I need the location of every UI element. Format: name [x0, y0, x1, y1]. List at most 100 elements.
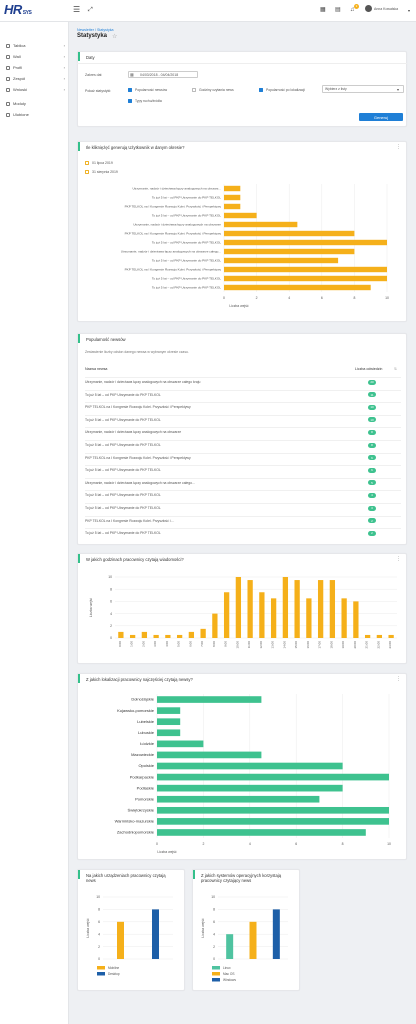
tick-label: 10	[385, 296, 389, 300]
card-accent	[78, 674, 80, 683]
bar	[176, 634, 183, 638]
row-divider	[85, 452, 401, 454]
row-divider	[85, 515, 401, 517]
view-count-badge: 3	[368, 505, 376, 511]
row-divider	[85, 490, 401, 492]
legend-swatch	[212, 972, 220, 976]
col-header-count[interactable]: Liczba odwiedzin	[355, 367, 382, 371]
news-title[interactable]: To już 5 lat – od PKP Utrzymanie do PKP …	[85, 506, 161, 510]
more-options-icon[interactable]: ⋮	[396, 144, 401, 150]
bar	[235, 577, 242, 638]
news-title[interactable]: To już 5 lat – od PKP Utrzymanie do PKP …	[85, 493, 161, 497]
sidebar-item[interactable]: Wnioski ›	[0, 84, 69, 95]
category-label: Utrzymanie, nadzór i dzierżawa łączy ana…	[133, 223, 221, 227]
category-label: 20:00	[353, 641, 357, 649]
category-label: 14:00	[282, 641, 286, 649]
sidebar-item[interactable]: Ulubione	[0, 109, 69, 120]
fullscreen-icon[interactable]: ⤢	[88, 6, 93, 14]
checkbox-traffic[interactable]	[128, 99, 132, 103]
row-divider	[85, 414, 401, 416]
tick-label: 2	[98, 945, 100, 949]
avatar[interactable]	[365, 5, 372, 12]
calendar-icon: ▦	[130, 72, 134, 77]
legend-date-start: 01 lipca 2019	[92, 161, 113, 165]
news-title[interactable]: Utrzymanie, nadzór i dzierżawa łączy ana…	[85, 481, 195, 485]
news-title[interactable]: To już 5 lat – od PKP Utrzymanie do PKP …	[85, 468, 161, 472]
bar	[200, 628, 206, 638]
news-title[interactable]: Utrzymanie, nadzór i dzierżawa łączy ana…	[85, 430, 181, 434]
category-label: 5:00	[177, 641, 181, 647]
tick-label: 4	[288, 296, 290, 300]
document-icon[interactable]: ▤	[335, 6, 341, 14]
bar	[153, 634, 159, 638]
more-options-icon[interactable]: ⋮	[396, 556, 401, 562]
category-label: 15:00	[294, 641, 298, 649]
hours-bar-chart: 0 2 4 6 8 10 0:00 1:00 2:00 3:00 4:00 5:00 6:00 7:00 8…	[89, 575, 397, 649]
view-count-badge: 20	[368, 379, 376, 385]
more-options-icon[interactable]: ⋮	[396, 676, 401, 682]
option-label: Popularność newsów	[135, 88, 168, 92]
checkbox-popularity[interactable]	[128, 88, 132, 92]
card-accent	[78, 142, 80, 151]
sidebar-item[interactable]: Zespół ›	[0, 73, 69, 84]
news-title[interactable]: To już 5 lat – od PKP Utrzymanie do PKP …	[85, 531, 161, 535]
user-name[interactable]: Anna Kowalska	[374, 7, 398, 11]
category-label: 19:00	[341, 641, 345, 649]
category-label: To już 5 lat – od PKP Utrzymanie do PKP …	[152, 214, 221, 218]
chevron-down-icon[interactable]: ▾	[408, 7, 410, 15]
news-title[interactable]: PKP TELKOL na I Kongresie Rozwoju Kolei.…	[85, 519, 174, 523]
news-title[interactable]: PKP TELKOL na I Kongresie Rozwoju Kolei.…	[85, 405, 191, 409]
bar	[224, 266, 387, 273]
breadcrumb[interactable]: Newsletter / Statystyka	[77, 28, 114, 32]
sidebar-item[interactable]: Tablica ›	[0, 40, 69, 51]
col-header-name[interactable]: Nazwa newsa	[85, 367, 107, 371]
card-accent	[78, 554, 80, 563]
sort-icon[interactable]: ⇅	[394, 367, 397, 371]
category-label: Opolskie	[138, 763, 154, 768]
tick-label: 0	[213, 957, 215, 961]
category-label: 18:00	[329, 641, 333, 649]
card-accent	[78, 52, 80, 61]
range-label: Zakres dat	[85, 73, 102, 77]
bar	[282, 577, 289, 638]
tick-label: 0	[98, 957, 100, 961]
bar	[117, 921, 124, 959]
tick-label: 8	[98, 908, 100, 912]
menu-icon[interactable]: ☰	[73, 6, 80, 14]
bar	[317, 580, 324, 638]
tick-label: 0	[156, 842, 158, 846]
bar	[141, 631, 148, 638]
bar	[224, 239, 387, 246]
bar	[259, 592, 265, 638]
category-label: To już 5 lat – od PKP Utrzymanie do PKP …	[152, 259, 221, 263]
sidebar-item[interactable]: Wall ›	[0, 51, 69, 62]
sidebar-item[interactable]: Profil ›	[0, 62, 69, 73]
category-label: Zachodniopomorskie	[117, 830, 155, 835]
bar	[157, 784, 343, 792]
news-title[interactable]: Utrzymanie, nadzór i dzierżawa łączy ana…	[85, 380, 200, 384]
axis-label: Liczba wejść	[157, 850, 177, 854]
app-logo[interactable]: HRSYS	[4, 2, 32, 17]
checkbox-location[interactable]	[259, 88, 263, 92]
star-icon[interactable]: ☆	[112, 33, 117, 40]
tick-label: 6	[110, 600, 112, 604]
bar	[188, 631, 195, 638]
bar	[224, 230, 355, 237]
tick-label: 8	[110, 587, 112, 591]
sidebar-item[interactable]: Moduły	[0, 98, 69, 109]
category-label: Kujawsko-pomorskie	[117, 708, 155, 713]
news-title[interactable]: To już 5 lat – od PKP Utrzymanie do PKP …	[85, 418, 161, 422]
generate-button[interactable]: Generuj	[359, 113, 403, 121]
news-title[interactable]: To już 5 lat – od PKP Utrzymanie do PKP …	[85, 393, 161, 397]
bar	[165, 634, 171, 638]
news-title[interactable]: PKP TELKOL na I Kongresie Rozwoju Kolei.…	[85, 456, 191, 460]
bar	[157, 773, 389, 781]
category-label: Utrzymanie, nadzór i dzierżawa łączy ana…	[121, 250, 221, 254]
tick-label: 4	[249, 842, 251, 846]
legend-swatch	[212, 966, 220, 970]
calendar-icon[interactable]: ▦	[320, 6, 326, 14]
news-title[interactable]: To już 5 lat – od PKP Utrzymanie do PKP …	[85, 443, 161, 447]
row-divider	[85, 528, 401, 530]
checkbox-hours[interactable]	[192, 88, 196, 92]
legend-label: Windows	[223, 978, 236, 982]
